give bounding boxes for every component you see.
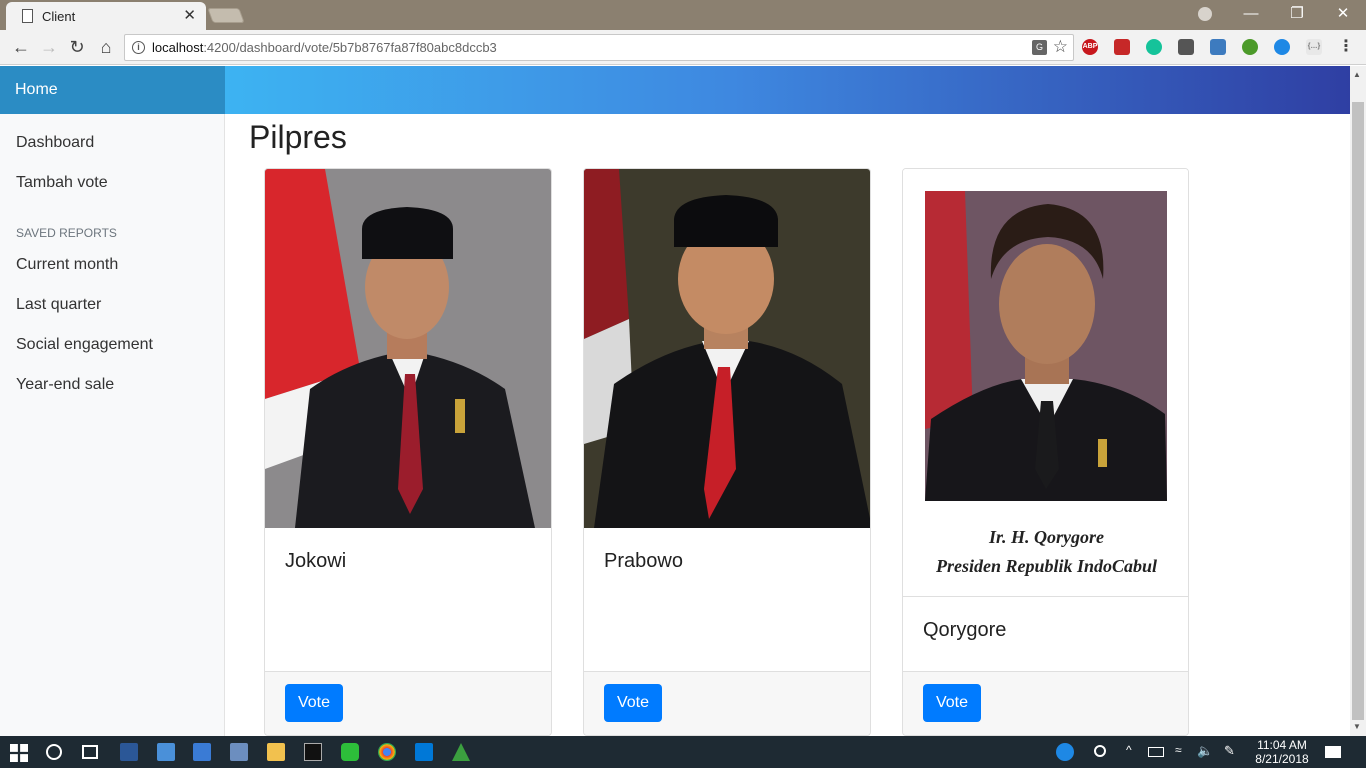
candidate-name: Prabowo	[604, 550, 683, 572]
scroll-up-icon[interactable]: ▲	[1353, 70, 1361, 79]
scroll-down-icon[interactable]: ▼	[1353, 722, 1361, 731]
eyedropper-icon[interactable]	[1178, 39, 1194, 55]
contacts-app-icon[interactable]	[193, 743, 211, 761]
top-navbar	[225, 66, 1350, 114]
photos-app-icon[interactable]	[230, 743, 248, 761]
site-info-icon[interactable]: i	[132, 41, 145, 54]
restore-button[interactable]: ❐	[1274, 2, 1320, 28]
candidate-card-prabowo: Prabowo Vote	[583, 168, 871, 736]
bookmark-star-icon[interactable]: ☆	[1053, 37, 1068, 57]
sidebar-item-year-end-sale[interactable]: Year-end sale	[16, 376, 114, 394]
minimize-button[interactable]: —	[1228, 2, 1274, 28]
page-scrollbar[interactable]: ▲ ▼	[1350, 66, 1366, 736]
vote-button[interactable]: Vote	[285, 684, 343, 722]
scrollbar-thumb[interactable]	[1352, 102, 1364, 720]
page-content: Home Dashboard Tambah vote SAVED REPORTS…	[0, 66, 1350, 736]
wifi-icon[interactable]: ≈	[1175, 743, 1193, 761]
people-icon[interactable]	[1094, 745, 1106, 757]
volume-icon[interactable]: 🔈	[1197, 743, 1215, 761]
chevron-up-icon[interactable]: ^	[1126, 743, 1144, 761]
back-icon[interactable]: ←	[8, 35, 34, 59]
candidate-name: Qorygore	[923, 619, 1007, 641]
task-view-icon[interactable]	[82, 745, 98, 759]
android-studio-icon[interactable]	[452, 743, 470, 761]
reload-icon[interactable]: ↻	[64, 35, 90, 59]
url-text[interactable]: localhost:4200/dashboard/vote/5b7b8767fa…	[152, 40, 497, 55]
clock-date: 8/21/2018	[1255, 752, 1309, 766]
keyboard-app-icon[interactable]	[157, 743, 175, 761]
tab-title: Client	[42, 9, 76, 24]
browser-toolbar: ← → ↻ ⌂ i localhost:4200/dashboard/vote/…	[0, 30, 1366, 65]
card-footer: Vote	[903, 671, 1188, 735]
globe-extension-icon[interactable]	[1242, 39, 1258, 55]
action-center-icon[interactable]	[1325, 746, 1341, 758]
photo-caption-name: Ir. H. Qorygore	[988, 527, 1104, 547]
forward-icon[interactable]: →	[36, 35, 62, 59]
vscode-icon[interactable]	[415, 743, 433, 761]
screenshot-extension-icon[interactable]	[1210, 39, 1226, 55]
new-tab-button[interactable]	[207, 8, 245, 23]
vote-button[interactable]: Vote	[923, 684, 981, 722]
sidebar-item-social-engagement[interactable]: Social engagement	[16, 336, 153, 354]
page-title: Pilpres	[249, 119, 347, 155]
powershell-icon[interactable]	[120, 743, 138, 761]
profile-icon[interactable]	[1198, 7, 1212, 21]
photo-caption-title: Presiden Republik IndoCabul	[935, 556, 1158, 576]
video-extension-icon[interactable]	[1114, 39, 1130, 55]
page-icon	[22, 9, 33, 23]
windows-taskbar: ^ ≈ 🔈 ✎ 11:04 AM 8/21/2018	[0, 736, 1366, 768]
file-explorer-icon[interactable]	[267, 743, 285, 761]
saved-reports-heading: SAVED REPORTS	[16, 226, 117, 240]
grammarly-icon[interactable]	[1146, 39, 1162, 55]
menu-kebab-icon[interactable]: ⋮	[1338, 39, 1354, 55]
candidate-photo-qorygore: Ir. H. Qorygore Presiden Republik IndoCa…	[903, 169, 1188, 597]
card-footer: Vote	[584, 671, 870, 735]
line-app-icon[interactable]	[341, 743, 359, 761]
candidate-name: Jokowi	[285, 550, 347, 572]
tab-close-icon[interactable]: ✕	[183, 6, 196, 24]
candidate-photo-prabowo	[584, 169, 870, 528]
candidate-card-qorygore: Ir. H. Qorygore Presiden Republik IndoCa…	[902, 168, 1189, 736]
brand-home-link[interactable]: Home	[0, 66, 225, 114]
command-prompt-icon[interactable]	[304, 743, 322, 761]
json-extension-icon[interactable]: {…}	[1306, 39, 1322, 55]
sidebar-item-dashboard[interactable]: Dashboard	[16, 134, 94, 152]
window-close-button[interactable]: ✕	[1320, 2, 1366, 28]
sidebar-item-last-quarter[interactable]: Last quarter	[16, 296, 101, 314]
browser-title-bar: Client ✕ — ❐ ✕	[0, 0, 1366, 30]
cortana-icon[interactable]	[46, 744, 62, 760]
sidebar-item-current-month[interactable]: Current month	[16, 256, 118, 274]
sidebar: Dashboard Tambah vote SAVED REPORTS Curr…	[0, 114, 225, 736]
windows-start-icon[interactable]	[10, 744, 28, 762]
pen-icon[interactable]: ✎	[1224, 743, 1242, 761]
candidate-photo-jokowi	[265, 169, 551, 528]
address-bar[interactable]: i localhost:4200/dashboard/vote/5b7b8767…	[124, 34, 1074, 61]
sync-extension-icon[interactable]	[1274, 39, 1290, 55]
adblock-plus-icon[interactable]: ABP	[1082, 39, 1098, 55]
card-footer: Vote	[265, 671, 551, 735]
clock-time: 11:04 AM	[1257, 738, 1307, 752]
translate-icon[interactable]: G	[1032, 40, 1047, 55]
system-clock[interactable]: 11:04 AM 8/21/2018	[1250, 738, 1314, 766]
sidebar-item-tambah-vote[interactable]: Tambah vote	[16, 174, 108, 192]
help-icon[interactable]	[1056, 743, 1074, 761]
home-icon[interactable]: ⌂	[93, 35, 119, 59]
battery-icon[interactable]	[1148, 747, 1164, 757]
candidate-card-jokowi: Jokowi Vote	[264, 168, 552, 736]
vote-button[interactable]: Vote	[604, 684, 662, 722]
browser-tab[interactable]: Client ✕	[6, 2, 206, 30]
chrome-icon[interactable]	[378, 743, 396, 761]
